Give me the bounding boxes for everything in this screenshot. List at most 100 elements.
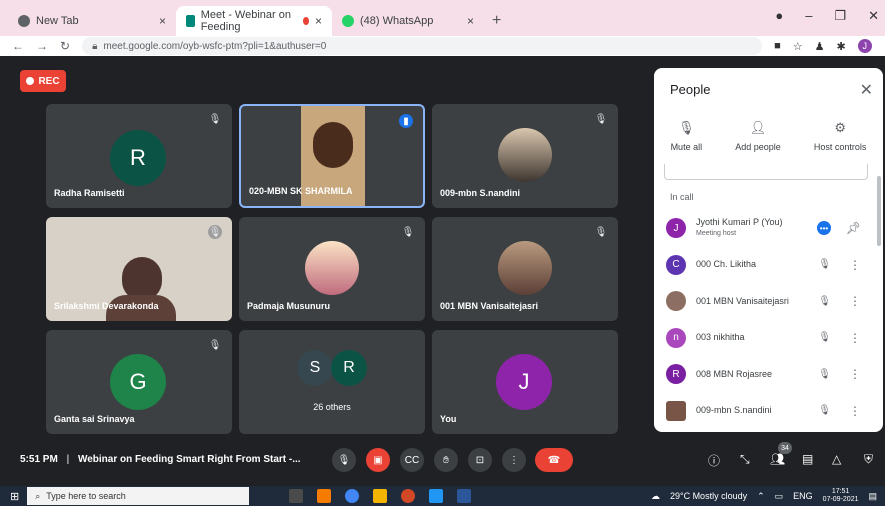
avatar: R xyxy=(110,130,166,186)
word-icon[interactable] xyxy=(457,489,472,503)
self-tile[interactable]: J You xyxy=(432,330,618,434)
mic-off-icon[interactable]: 🎙︎ xyxy=(818,332,831,343)
avatar: n xyxy=(666,327,686,348)
restore-icon[interactable]: ❐ xyxy=(834,8,846,24)
add-person-icon: 👤︎ xyxy=(749,120,767,135)
task-view-icon[interactable] xyxy=(289,489,304,503)
file-explorer-icon[interactable] xyxy=(373,489,388,503)
more-options-icon[interactable]: ⋮ xyxy=(849,367,861,381)
reload-icon[interactable]: ↻ xyxy=(60,39,70,53)
tab-close-icon[interactable]: × xyxy=(159,14,166,28)
search-placeholder: Type here to search xyxy=(46,491,126,501)
camera-off-button[interactable]: ▣ xyxy=(366,448,390,472)
add-people-button[interactable]: 👤︎ Add people xyxy=(735,120,781,152)
new-tab-button[interactable]: + xyxy=(484,6,509,36)
chrome-icon[interactable] xyxy=(345,489,360,503)
extension-icon[interactable]: ♟ xyxy=(815,40,825,53)
avatar: J xyxy=(666,218,686,239)
record-dot-icon xyxy=(26,77,35,85)
participant-name: Jyothi Kumari P (You) xyxy=(696,217,783,228)
participant-name: 008 MBN Rojasree xyxy=(696,368,773,379)
more-options-icon[interactable]: ⋮ xyxy=(849,331,861,345)
toolbar-actions: ■ ☆ ♟ ✱ J ⋮ xyxy=(774,39,885,53)
list-item[interactable]: n 003 nikhitha 🎙︎ ⋮ xyxy=(654,320,883,357)
more-options-icon[interactable]: ⋮ xyxy=(849,404,861,418)
more-options-icon[interactable]: ⋮ xyxy=(849,294,861,308)
tab-close-icon[interactable]: × xyxy=(315,14,322,28)
forward-icon[interactable]: → xyxy=(36,39,48,53)
raise-hand-button[interactable]: ✋︎ xyxy=(434,448,458,472)
bookmark-star-icon[interactable]: ☆ xyxy=(793,40,803,53)
more-options-button[interactable]: ⋮ xyxy=(502,448,526,472)
list-item[interactable]: 001 MBN Vanisaitejasri 🎙︎ ⋮ xyxy=(654,283,883,320)
participant-name: Padmaja Musunuru xyxy=(247,301,331,311)
more-options-icon[interactable]: ⋮ xyxy=(849,258,861,272)
list-item[interactable]: R 008 MBN Rojasree 🎙︎ ⋮ xyxy=(654,356,883,393)
participant-name: 003 nikhitha xyxy=(696,332,745,343)
panel-scrollbar[interactable] xyxy=(877,176,881,246)
captions-button[interactable]: CC xyxy=(400,448,424,472)
puzzle-icon[interactable]: ✱ xyxy=(836,40,845,53)
pin-icon[interactable]: 📌︎ xyxy=(846,221,861,235)
search-people-input[interactable] xyxy=(664,164,868,180)
mic-off-icon[interactable]: 🎙︎ xyxy=(818,259,831,270)
list-item[interactable]: J Jyothi Kumari P (You) Meeting host •••… xyxy=(654,210,883,247)
tab-meet[interactable]: Meet - Webinar on Feeding × xyxy=(176,6,332,36)
participant-tile[interactable]: 🎙︎ 009-mbn S.nandini xyxy=(432,104,618,208)
participant-tile[interactable]: 🎙︎ Srilakshmi Devarakonda xyxy=(46,217,232,321)
chat-icon[interactable]: ▤ xyxy=(802,452,813,466)
minimize-icon[interactable]: – xyxy=(805,8,812,24)
host-controls-button[interactable]: ⚙︎ Host controls xyxy=(814,120,867,152)
windows-taskbar: ⊞ ⌕ Type here to search ☁ 29°C Mostly cl… xyxy=(0,486,885,506)
rec-label: REC xyxy=(38,75,60,87)
people-icon[interactable]: 👥︎ xyxy=(770,452,785,466)
participant-tile[interactable]: 🎙︎ Padmaja Musunuru xyxy=(239,217,425,321)
clock[interactable]: 17:51 07-09-2021 xyxy=(823,488,859,504)
mic-off-icon[interactable]: 🎙︎ xyxy=(818,296,831,307)
tab-close-icon[interactable]: × xyxy=(467,14,474,28)
profile-avatar[interactable]: J xyxy=(857,39,872,53)
host-shield-icon[interactable]: ⛨ xyxy=(864,452,873,467)
participant-tile[interactable]: R 🎙︎ Radha Ramisetti xyxy=(46,104,232,208)
microphone-button[interactable]: 🎙︎ xyxy=(332,448,356,472)
action-label: Mute all xyxy=(670,142,703,152)
meet-icon xyxy=(186,15,195,27)
tab-search-icon[interactable]: ● xyxy=(775,8,783,24)
address-bar[interactable]: 🔒︎ meet.google.com/oyb-wsfc-ptm?pli=1&au… xyxy=(82,37,763,55)
present-button[interactable]: ⊡ xyxy=(468,448,492,472)
activities-icon[interactable]: △ xyxy=(832,452,841,466)
list-item[interactable]: C 000 Ch. Likitha 🎙︎ ⋮ xyxy=(654,247,883,284)
info-icon[interactable]: ⓘ xyxy=(708,452,720,469)
present-icon: ⊡ xyxy=(475,454,485,466)
skype-icon[interactable] xyxy=(429,489,444,503)
weather-text[interactable]: 29°C Mostly cloudy xyxy=(670,491,747,501)
participant-tile[interactable]: 🎙︎ 001 MBN Vanisaitejasri xyxy=(432,217,618,321)
chevron-up-icon[interactable]: ⌃ xyxy=(757,491,765,502)
participant-tile[interactable]: G 🎙︎ Ganta sai Srinavya xyxy=(46,330,232,434)
taskbar-search[interactable]: ⌕ Type here to search xyxy=(27,487,250,505)
tab-whatsapp[interactable]: (48) WhatsApp × xyxy=(332,6,484,36)
speaking-indicator-icon: ▮ xyxy=(399,114,413,128)
network-icon[interactable]: ▭ xyxy=(775,491,784,502)
browser-toolbar: ← → ↻ 🔒︎ meet.google.com/oyb-wsfc-ptm?pl… xyxy=(0,36,885,56)
close-window-icon[interactable]: ✕ xyxy=(868,8,879,24)
others-tile[interactable]: S R 26 others xyxy=(239,330,425,434)
language-indicator[interactable]: ENG xyxy=(793,491,813,501)
tab-new-tab[interactable]: New Tab × xyxy=(8,6,176,36)
shapes-icon[interactable]: ⤡ xyxy=(740,452,750,467)
windows-start-icon[interactable]: ⊞ xyxy=(10,490,19,503)
tab-label: Meet - Webinar on Feeding xyxy=(200,9,291,33)
notification-icon[interactable]: ▤ xyxy=(868,491,877,502)
camera-icon[interactable]: ■ xyxy=(774,40,781,52)
powerpoint-icon[interactable] xyxy=(401,489,416,503)
list-item[interactable]: 009-mbn S.nandini 🎙︎ ⋮ xyxy=(654,393,883,430)
panel-title: People xyxy=(670,82,711,97)
back-icon[interactable]: ← xyxy=(12,39,24,53)
mic-off-icon[interactable]: 🎙︎ xyxy=(818,369,831,380)
end-call-button[interactable]: ☎︎ xyxy=(535,448,573,472)
mute-all-button[interactable]: 🎙︎ Mute all xyxy=(671,120,703,152)
mic-off-icon[interactable]: 🎙︎ xyxy=(818,405,831,416)
close-panel-icon[interactable]: ✕ xyxy=(860,80,873,100)
participant-tile-speaking[interactable]: ▮ 020-MBN SK SHARMILA xyxy=(239,104,425,208)
vlc-icon[interactable] xyxy=(317,489,332,503)
